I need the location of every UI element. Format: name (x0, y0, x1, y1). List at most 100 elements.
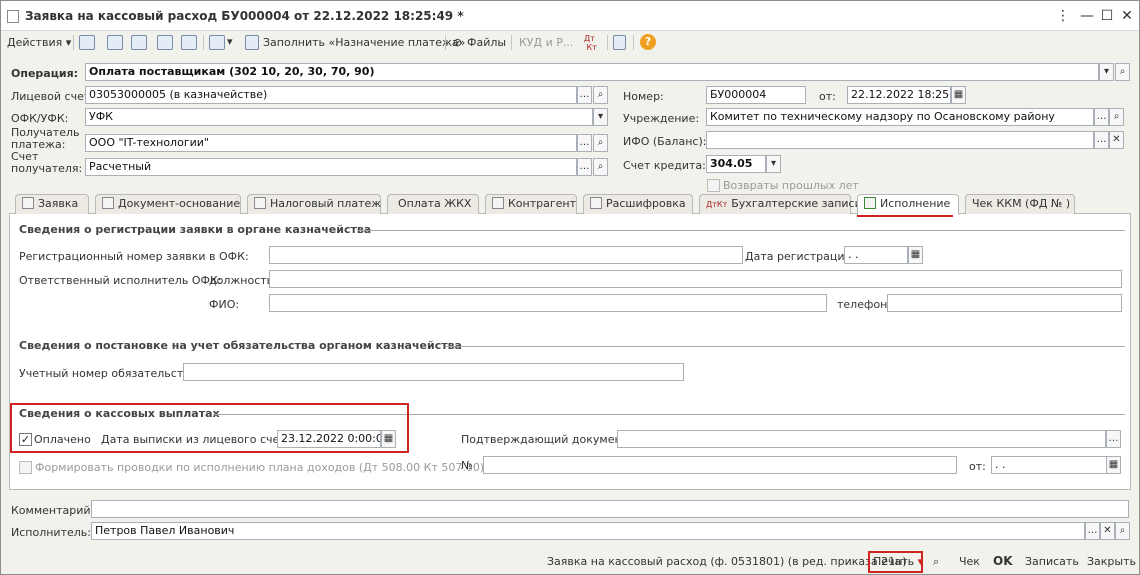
fio-label: ФИО: (209, 298, 240, 311)
tab-execution[interactable]: Исполнение (857, 194, 959, 215)
based-on-icon[interactable] (209, 35, 225, 50)
tab-request[interactable]: Заявка (15, 194, 89, 214)
comment-field[interactable] (91, 500, 1129, 518)
confirm-doc-label: Подтверждающий документ: (461, 433, 632, 446)
close-button[interactable]: Закрыть (1087, 555, 1136, 568)
search-icon[interactable]: ⌕ (593, 86, 608, 104)
calendar-icon[interactable]: ▦ (908, 246, 923, 264)
refresh-icon[interactable] (107, 35, 123, 50)
clear-icon[interactable]: ✕ (1109, 131, 1124, 149)
ok-button[interactable]: OK (993, 554, 1013, 568)
account-label: Лицевой счет: (11, 90, 94, 103)
toolbar-separator (445, 35, 446, 50)
kud-button[interactable]: КУД и Р... (519, 34, 573, 52)
request-icon (22, 197, 34, 209)
reg-number-field[interactable] (269, 246, 743, 264)
ifo-field[interactable] (706, 131, 1094, 149)
recipient-account-field[interactable]: Расчетный (85, 158, 577, 176)
fill-button[interactable]: Заполнить «Назначение платежа» (263, 34, 465, 52)
tab-counterparty[interactable]: Контрагент (485, 194, 577, 214)
operation-field[interactable]: Оплата поставщикам (302 10, 20, 30, 70, … (85, 63, 1099, 81)
reg-date-field[interactable]: . . (844, 246, 908, 264)
obligation-number-field[interactable] (183, 363, 684, 381)
actions-menu[interactable]: Действия ▾ (7, 34, 71, 52)
confirm-doc-field[interactable] (617, 430, 1106, 448)
doc-date-label: от: (969, 460, 986, 473)
search-icon[interactable]: ⌕ (593, 158, 608, 176)
date-field[interactable]: 22.12.2022 18:25:49 (847, 86, 951, 104)
institution-field[interactable]: Комитет по техническому надзору по Осано… (706, 108, 1094, 126)
check-button[interactable]: Чек (959, 555, 980, 568)
fill-icon (245, 35, 259, 50)
tab-tax-payment[interactable]: Налоговый платеж (247, 194, 381, 214)
search-icon[interactable]: ⌕ (1109, 108, 1124, 126)
toolbar-separator (633, 35, 634, 50)
select-button[interactable]: … (1106, 430, 1121, 448)
credit-account-field[interactable]: 304.05 (706, 155, 766, 173)
tab-kkm-check[interactable]: Чек ККМ (ФД № ) (965, 194, 1075, 214)
select-button[interactable]: … (577, 158, 592, 176)
select-button[interactable]: … (577, 134, 592, 152)
account-field[interactable]: 03053000005 (в казначействе) (85, 86, 577, 104)
tab-base-document[interactable]: Документ-основание (95, 194, 241, 214)
dtkt-icon[interactable]: Дт Кт (584, 34, 597, 52)
highlight-payments (10, 403, 409, 453)
search-icon[interactable]: ⌕ (933, 555, 939, 569)
dropdown-icon[interactable]: ▾ (593, 108, 608, 126)
table-icon (590, 197, 602, 209)
search-icon[interactable]: ⌕ (1115, 522, 1130, 540)
files-button[interactable]: Файлы (467, 34, 506, 52)
toolbar-separator (73, 35, 74, 50)
select-button[interactable]: … (1094, 108, 1109, 126)
recipient-label: Получатель платежа: (11, 126, 80, 151)
section-obligation-title: Сведения о постановке на учет обязательс… (19, 339, 462, 352)
clear-icon[interactable]: ✕ (1100, 522, 1115, 540)
dropdown-arrow-icon: ▾ (227, 35, 233, 48)
copy-icon[interactable] (131, 35, 147, 50)
tab-breakdown[interactable]: Расшифровка (583, 194, 693, 214)
bottom-bar: Заявка на кассовый расход (ф. 0531801) (… (1, 549, 1139, 575)
execution-icon (864, 197, 876, 209)
executor-field[interactable]: Петров Павел Иванович (91, 522, 1085, 540)
toolbar-separator (203, 35, 204, 50)
position-field[interactable] (269, 270, 1122, 288)
select-button[interactable]: … (1085, 522, 1100, 540)
unpost-icon[interactable] (181, 35, 197, 50)
select-button[interactable]: … (1094, 131, 1109, 149)
tab-accounting-entries[interactable]: ДтКт Бухгалтерские записи (699, 194, 862, 214)
postings-checkbox[interactable] (19, 461, 32, 474)
tax-icon (254, 197, 266, 209)
help-icon[interactable]: ? (640, 34, 656, 50)
recipient-field[interactable]: ООО "IT-технологии" (85, 134, 577, 152)
search-icon[interactable]: ⌕ (593, 134, 608, 152)
phone-field[interactable] (887, 294, 1122, 312)
post-icon[interactable] (157, 35, 173, 50)
save-icon[interactable] (79, 35, 95, 50)
maximize-button[interactable]: ☐ (1097, 6, 1117, 26)
calendar-icon[interactable]: ▦ (951, 86, 966, 104)
minimize-button[interactable]: — (1077, 6, 1097, 26)
institution-label: Учреждение: (623, 112, 700, 125)
save-button[interactable]: Записать (1025, 555, 1079, 568)
reg-date-label: Дата регистрации: (745, 250, 856, 263)
title-bar: Заявка на кассовый расход БУ000004 от 22… (1, 1, 1139, 31)
dropdown-icon[interactable]: ▾ (766, 155, 781, 173)
ofk-field[interactable]: УФК (85, 108, 593, 126)
base-document-icon (102, 197, 114, 209)
toolbar-separator (511, 35, 512, 50)
number-field[interactable]: БУ000004 (706, 86, 806, 104)
paperclip-icon: ⊘ (453, 36, 463, 49)
close-window-button[interactable]: ✕ (1117, 6, 1137, 26)
report-icon[interactable] (613, 35, 626, 50)
fio-field[interactable] (269, 294, 827, 312)
calendar-icon[interactable]: ▦ (1106, 456, 1121, 474)
more-icon[interactable]: ⋮ (1053, 6, 1073, 26)
print-form-link[interactable]: Заявка на кассовый расход (ф. 0531801) (… (547, 555, 907, 568)
doc-number-field[interactable] (483, 456, 957, 474)
doc-date-field[interactable]: . . (991, 456, 1107, 474)
search-icon[interactable]: ⌕ (1115, 63, 1130, 81)
dropdown-icon[interactable]: ▾ (1099, 63, 1114, 81)
returns-checkbox[interactable] (707, 179, 720, 192)
select-button[interactable]: … (577, 86, 592, 104)
tab-utilities[interactable]: Оплата ЖКХ (387, 194, 479, 214)
